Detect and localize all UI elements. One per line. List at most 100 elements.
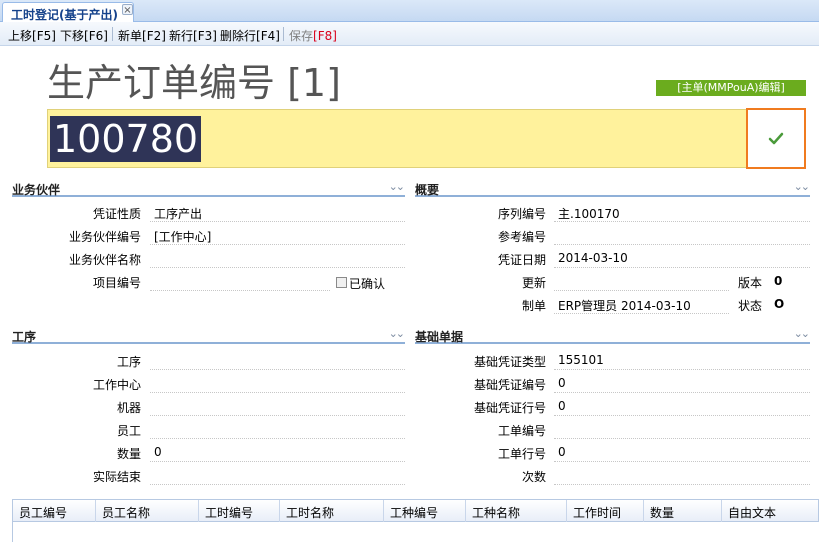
field-underline (554, 221, 810, 222)
save-label: 保存 (289, 29, 314, 43)
column-label: 工作时间 (573, 506, 622, 520)
new-row-key: [F3] (193, 29, 217, 43)
section-title: 业务伙伴 (12, 183, 61, 197)
field-underline (554, 244, 810, 245)
move-up-label: 上移 (8, 29, 33, 43)
toolbar-divider (283, 27, 284, 41)
field-label: 业务伙伴编号 (68, 230, 141, 244)
field-label: 凭证性质 (92, 207, 141, 221)
column-header-employee-number[interactable]: 员工编号 (13, 500, 96, 522)
summary-section-header[interactable]: 概要 ⌄⌄ (415, 179, 810, 197)
field-underline (554, 290, 729, 291)
confirmed-label: 已确认 (349, 277, 386, 291)
version-label: 版本 (738, 276, 763, 290)
field-underline (150, 392, 405, 393)
column-label: 工时名称 (286, 506, 335, 520)
field-underline (150, 461, 405, 462)
tab-label: 工时登记(基于产出) (11, 8, 118, 22)
work-order-line-value: 0 (558, 445, 566, 459)
field-underline (150, 221, 405, 222)
column-label: 自由文本 (728, 506, 777, 520)
field-underline (150, 267, 405, 268)
voucher-date-field[interactable]: 2014-03-10 (558, 251, 628, 265)
field-label: 制单 (521, 299, 546, 313)
column-header-hour-name[interactable]: 工时名称 (280, 500, 384, 522)
status-label: 状态 (738, 299, 763, 313)
column-label: 工时编号 (205, 506, 254, 520)
move-up-button[interactable]: 上移[F5] (8, 27, 56, 44)
delete-row-key: [F4] (256, 29, 280, 43)
column-label: 工种编号 (390, 506, 439, 520)
column-label: 员工名称 (102, 506, 151, 520)
field-underline (554, 369, 810, 370)
move-down-key: [F6] (84, 29, 108, 43)
field-label: 更新 (521, 276, 546, 290)
column-header-quantity[interactable]: 数量 (644, 500, 722, 522)
section-title: 基础单据 (415, 330, 464, 344)
new-document-button[interactable]: 新单[F2] (118, 27, 166, 44)
section-title: 概要 (415, 183, 440, 197)
grid-body[interactable] (12, 522, 819, 542)
mode-badge: [主单(MMPouA)编辑] (656, 80, 806, 96)
field-label: 次数 (521, 470, 546, 484)
delete-row-button[interactable]: 删除行[F4] (220, 27, 280, 44)
version-value: 0 (774, 274, 783, 288)
close-icon[interactable]: × (122, 4, 133, 16)
toolbar: 上移[F5] 下移[F6] 新单[F2] 新行[F3] 删除行[F4] 保存[F… (0, 22, 819, 46)
column-header-employee-name[interactable]: 员工名称 (96, 500, 199, 522)
base-document-section-header[interactable]: 基础单据 ⌄⌄ (415, 326, 810, 344)
new-row-button[interactable]: 新行[F3] (169, 27, 217, 44)
column-label: 数量 (650, 506, 675, 520)
column-header-free-text[interactable]: 自由文本 (722, 500, 819, 522)
collapse-icon[interactable]: ⌄⌄ (389, 327, 406, 340)
confirmed-checkbox[interactable] (336, 277, 347, 288)
save-key: [F8] (313, 29, 337, 43)
serial-number-value: 主.100170 (558, 207, 620, 221)
column-label: 工种名称 (472, 506, 521, 520)
section-title: 工序 (12, 330, 37, 344)
column-header-job-name[interactable]: 工种名称 (466, 500, 567, 522)
field-label: 机器 (116, 401, 141, 415)
field-underline (554, 461, 810, 462)
field-label: 数量 (116, 447, 141, 461)
base-voucher-number-value: 0 (558, 376, 566, 390)
collapse-icon[interactable]: ⌄⌄ (794, 180, 811, 193)
field-underline (554, 484, 810, 485)
partner-number-field[interactable]: [工作中心] (154, 228, 211, 245)
field-label: 工序 (116, 355, 141, 369)
tab-work-hour-registration[interactable]: 工时登记(基于产出) × (2, 2, 134, 22)
save-button[interactable]: 保存[F8] (289, 27, 337, 44)
move-down-label: 下移 (60, 29, 85, 43)
quantity-field[interactable]: 0 (154, 445, 162, 459)
checkmark-icon (768, 132, 784, 145)
collapse-icon[interactable]: ⌄⌄ (389, 180, 406, 193)
move-down-button[interactable]: 下移[F6] (60, 27, 108, 44)
field-label: 员工 (116, 424, 141, 438)
field-underline (554, 415, 810, 416)
field-underline (150, 244, 405, 245)
tab-bar: 工时登记(基于产出) × (0, 0, 819, 22)
column-header-hour-number[interactable]: 工时编号 (199, 500, 280, 522)
field-label: 参考编号 (497, 230, 546, 244)
order-number-field[interactable]: 100780 (47, 109, 747, 168)
confirm-button[interactable] (746, 108, 806, 169)
field-label: 工单编号 (497, 424, 546, 438)
partner-section-header[interactable]: 业务伙伴 ⌄⌄ (12, 179, 405, 197)
new-doc-key: [F2] (142, 29, 166, 43)
field-label: 凭证日期 (497, 253, 546, 267)
column-header-work-time[interactable]: 工作时间 (567, 500, 644, 522)
field-label: 项目编号 (92, 276, 141, 290)
field-underline (150, 415, 405, 416)
field-underline (554, 313, 729, 314)
field-underline (554, 438, 810, 439)
field-label: 实际结束 (92, 470, 141, 484)
new-row-label: 新行 (169, 29, 194, 43)
field-underline (150, 290, 330, 291)
field-label: 业务伙伴名称 (68, 253, 141, 267)
grid-header: 员工编号 员工名称 工时编号 工时名称 工种编号 工种名称 工作时间 数量 自由… (12, 499, 819, 522)
process-section-header[interactable]: 工序 ⌄⌄ (12, 326, 405, 344)
field-underline (150, 438, 405, 439)
collapse-icon[interactable]: ⌄⌄ (794, 327, 811, 340)
status-value: O (774, 297, 785, 311)
column-header-job-number[interactable]: 工种编号 (384, 500, 466, 522)
